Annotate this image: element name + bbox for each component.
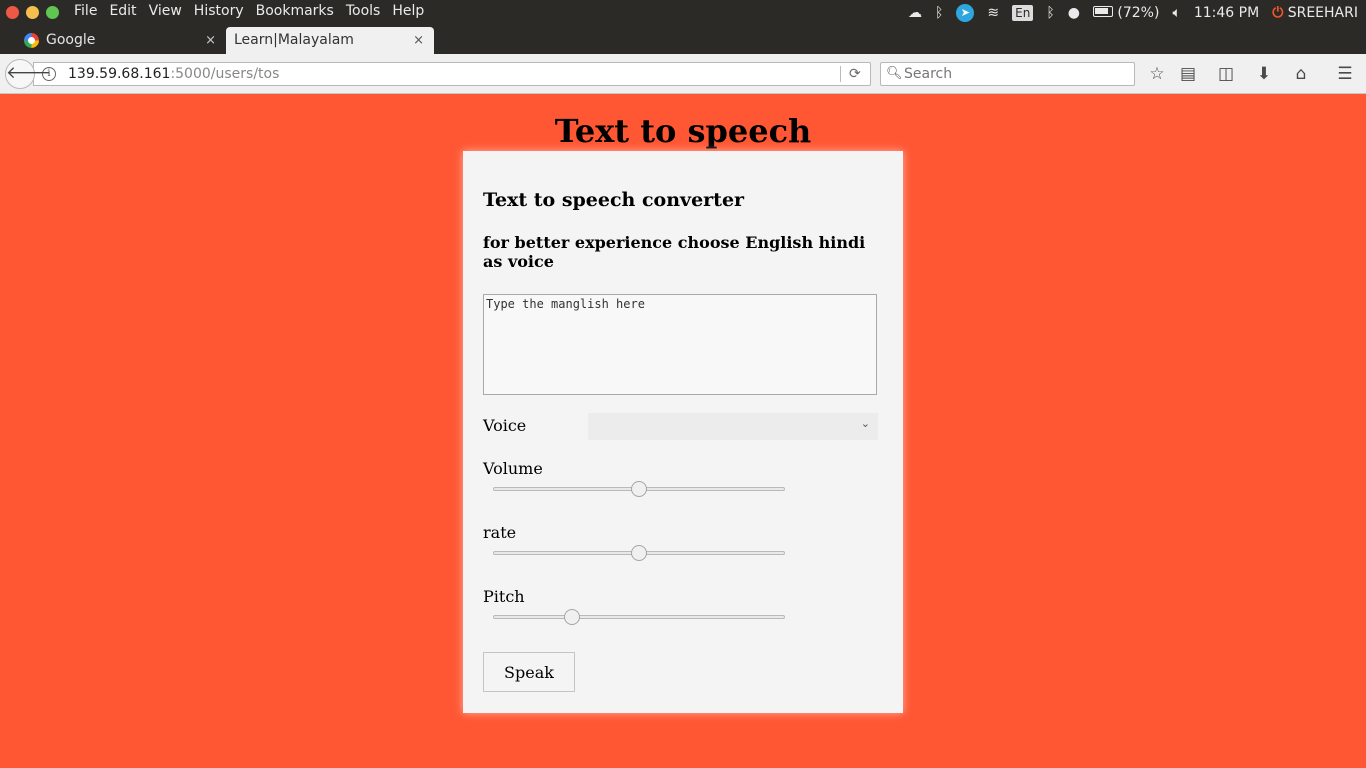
home-icon[interactable]: ⌂ — [1290, 64, 1312, 84]
pitch-slider[interactable] — [493, 609, 785, 625]
tab-learn-malayalam[interactable]: Learn|Malayalam × — [226, 27, 434, 54]
cloud-sync-icon[interactable]: ☁ — [908, 5, 922, 21]
url-host: 139.59.68.161 — [68, 66, 171, 82]
bluetooth-status-icon[interactable]: ᛒ — [1046, 5, 1054, 21]
tab-close-icon[interactable]: × — [413, 27, 424, 54]
menu-help[interactable]: Help — [392, 3, 424, 19]
menu-history[interactable]: History — [194, 3, 244, 19]
slider-track — [493, 615, 785, 619]
search-placeholder: Search — [904, 66, 953, 82]
volume-label: Volume — [483, 459, 543, 478]
battery-percent: (72%) — [1117, 4, 1160, 21]
back-arrow-icon: 🡐 — [6, 63, 52, 83]
manglish-textarea[interactable] — [483, 294, 877, 395]
tab-google[interactable]: Google × — [16, 27, 226, 54]
downloads-icon[interactable]: ⬇ — [1253, 64, 1275, 84]
url-divider — [840, 66, 841, 82]
window-maximize-button[interactable] — [46, 6, 59, 19]
bluetooth-icon[interactable]: ᛒ — [935, 5, 943, 21]
chevron-down-icon: ⌄ — [860, 417, 870, 430]
menu-view[interactable]: View — [149, 3, 182, 19]
rate-label: rate — [483, 523, 517, 542]
slider-thumb[interactable] — [631, 481, 647, 497]
tts-card: Text to speech converter for better expe… — [463, 151, 903, 713]
card-subheading: for better experience choose English hin… — [483, 233, 866, 271]
clock[interactable]: 11:46 PM — [1194, 5, 1259, 21]
tab-strip: Google × Learn|Malayalam × + — [0, 25, 1366, 76]
session-menu[interactable]: ⏻ SREEHARI — [1272, 5, 1358, 21]
url-text: 139.59.68.161:5000/users/tos — [68, 63, 279, 85]
volume-slider[interactable] — [493, 481, 785, 497]
wifi-icon[interactable]: ≋ — [987, 5, 999, 21]
window-close-button[interactable] — [6, 6, 19, 19]
hamburger-menu-icon[interactable]: ☰ — [1334, 64, 1356, 84]
reload-icon[interactable]: ⟳ — [849, 63, 861, 85]
search-icon: 🔍︎ — [886, 66, 903, 81]
system-menu-bar: File Edit View History Bookmarks Tools H… — [0, 0, 1366, 25]
menu-tools[interactable]: Tools — [346, 3, 381, 19]
menu-edit[interactable]: Edit — [109, 3, 136, 19]
battery-indicator[interactable]: (72%) — [1092, 4, 1160, 21]
back-button[interactable]: 🡐 — [5, 59, 52, 89]
voice-select[interactable]: ⌄ — [588, 413, 878, 440]
user-name: SREEHARI — [1287, 4, 1358, 21]
pocket-icon[interactable]: ◫ — [1215, 64, 1237, 84]
pitch-label: Pitch — [483, 587, 525, 606]
slider-thumb[interactable] — [631, 545, 647, 561]
card-heading: Text to speech converter — [483, 189, 745, 211]
google-favicon-icon — [24, 33, 39, 48]
bookmark-star-icon[interactable]: ☆ — [1146, 64, 1168, 84]
rate-slider[interactable] — [493, 545, 785, 561]
keyboard-layout-indicator[interactable]: En — [1012, 4, 1034, 21]
tab-title: Google — [46, 32, 96, 48]
tab-title: Learn|Malayalam — [234, 32, 354, 48]
battery-icon — [1092, 5, 1113, 17]
reading-list-icon[interactable]: ▤ — [1177, 64, 1199, 84]
power-icon: ⏻ — [1272, 4, 1284, 21]
menu-bookmarks[interactable]: Bookmarks — [256, 3, 334, 19]
navigation-toolbar: i 139.59.68.161:5000/users/tos ⟳ 🡐 🔍︎ Se… — [0, 54, 1366, 94]
telegram-icon[interactable]: ➤ — [956, 3, 975, 22]
speak-button[interactable]: Speak — [483, 652, 575, 692]
voice-label: Voice — [483, 416, 527, 435]
tab-close-icon[interactable]: × — [205, 27, 216, 54]
search-input[interactable]: 🔍︎ Search — [880, 62, 1135, 86]
window-minimize-button[interactable] — [26, 6, 39, 19]
system-tray: ☁ ᛒ ➤ ≋ En ᛒ ● (72%) 🔈︎ 11:46 PM ⏻ SREEH… — [908, 0, 1358, 25]
chat-icon[interactable]: ● — [1068, 5, 1080, 21]
app-menu: File Edit View History Bookmarks Tools H… — [74, 3, 436, 19]
volume-icon[interactable]: 🔈︎ — [1172, 5, 1180, 21]
address-bar[interactable]: i 139.59.68.161:5000/users/tos ⟳ — [33, 62, 871, 86]
url-path: :5000/users/tos — [170, 66, 280, 82]
slider-thumb[interactable] — [564, 609, 580, 625]
menu-file[interactable]: File — [74, 3, 97, 19]
page-title: Text to speech — [554, 112, 812, 150]
